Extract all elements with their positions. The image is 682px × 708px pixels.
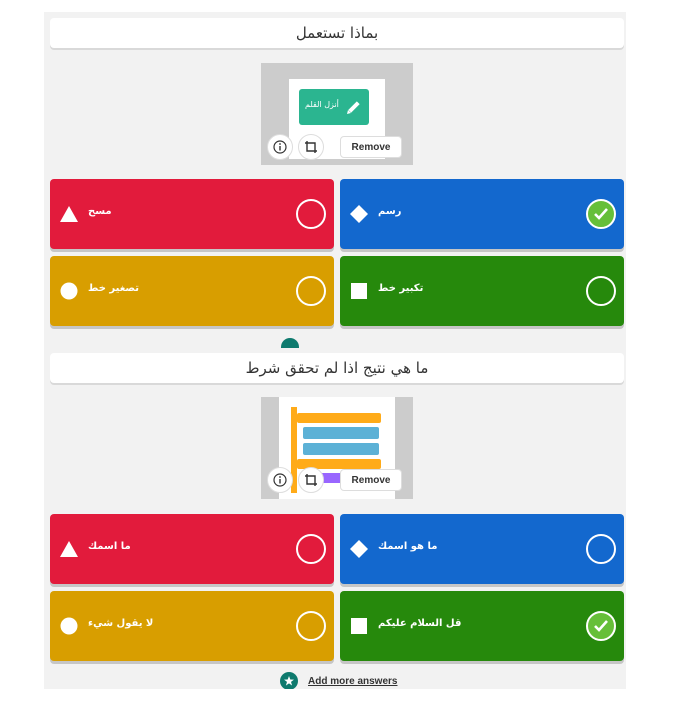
- code-block: [303, 443, 379, 455]
- info-icon[interactable]: [267, 467, 293, 493]
- pencil-icon: [347, 101, 360, 114]
- circle-icon: [60, 282, 78, 300]
- code-block: [303, 427, 379, 439]
- answer-text[interactable]: ما اسمك: [88, 541, 131, 552]
- answer-1-red[interactable]: مسح: [50, 179, 334, 249]
- answer-3-yellow[interactable]: لا يقول شيء: [50, 591, 334, 661]
- correct-check-icon[interactable]: [586, 199, 616, 229]
- question-2-title[interactable]: ما هي نتيج اذا لم تحقق شرط: [50, 353, 624, 383]
- pen-down-block: أنزل القلم: [299, 89, 369, 125]
- crop-icon[interactable]: [298, 134, 324, 160]
- answer-2-blue[interactable]: ما هو اسمك: [340, 514, 624, 584]
- remove-media-button[interactable]: Remove: [340, 469, 402, 491]
- answer-text[interactable]: قل السلام عليكم: [378, 618, 461, 629]
- remove-media-button[interactable]: Remove: [340, 136, 402, 158]
- answer-text[interactable]: لا يقول شيء: [88, 618, 153, 629]
- answer-2-blue[interactable]: رسم: [340, 179, 624, 249]
- star-icon: [280, 672, 298, 689]
- square-icon: [350, 282, 368, 300]
- triangle-icon: [60, 205, 78, 223]
- answer-3-yellow[interactable]: تصغير خط: [50, 256, 334, 326]
- correct-toggle[interactable]: [586, 534, 616, 564]
- diamond-icon: [350, 540, 368, 558]
- correct-toggle[interactable]: [296, 199, 326, 229]
- answer-4-green[interactable]: تكبير خط: [340, 256, 624, 326]
- answer-text[interactable]: ما هو اسمك: [378, 541, 437, 552]
- question-1-title[interactable]: بماذا تستعمل: [50, 18, 624, 48]
- crop-icon[interactable]: [298, 467, 324, 493]
- code-block: [297, 413, 381, 423]
- answer-4-green[interactable]: قل السلام عليكم: [340, 591, 624, 661]
- square-icon: [350, 617, 368, 635]
- diamond-icon: [350, 205, 368, 223]
- answer-text[interactable]: رسم: [378, 206, 401, 217]
- correct-check-icon[interactable]: [586, 611, 616, 641]
- info-icon[interactable]: [267, 134, 293, 160]
- answer-text[interactable]: تصغير خط: [88, 283, 139, 294]
- add-more-answers-label[interactable]: Add more answers: [308, 676, 397, 687]
- answer-text[interactable]: مسح: [88, 206, 112, 217]
- star-icon: [281, 338, 299, 348]
- pen-down-block-label: أنزل القلم: [305, 100, 339, 109]
- question-1-media: أنزل القلم Remove: [261, 63, 413, 165]
- quiz-editor-panel: بماذا تستعمل أنزل القلم Remove مسح رسم ت…: [44, 12, 626, 689]
- answer-1-red[interactable]: ما اسمك: [50, 514, 334, 584]
- correct-toggle[interactable]: [296, 276, 326, 306]
- question-2-media: Remove: [261, 397, 413, 499]
- triangle-icon: [60, 540, 78, 558]
- add-more-answers-button[interactable]: Add more answers: [280, 672, 397, 689]
- correct-toggle[interactable]: [586, 276, 616, 306]
- answer-text[interactable]: تكبير خط: [378, 283, 423, 294]
- circle-icon: [60, 617, 78, 635]
- correct-toggle[interactable]: [296, 611, 326, 641]
- correct-toggle[interactable]: [296, 534, 326, 564]
